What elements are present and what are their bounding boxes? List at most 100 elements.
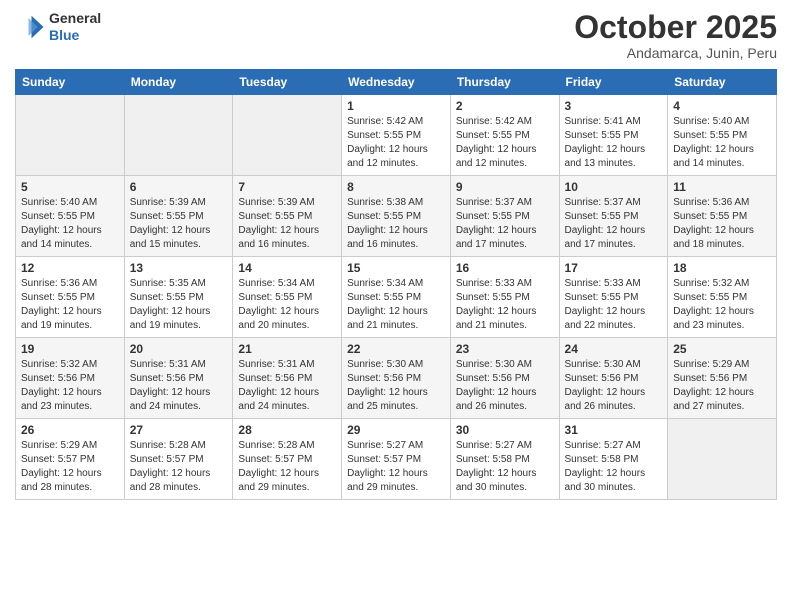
table-row: 12 Sunrise: 5:36 AM Sunset: 5:55 PM Dayli… <box>16 257 125 338</box>
day-number: 21 <box>238 342 336 356</box>
table-row: 5 Sunrise: 5:40 AM Sunset: 5:55 PM Daylig… <box>16 176 125 257</box>
week-row-4: 26Sunrise: 5:29 AM Sunset: 5:57 PM Dayli… <box>16 419 777 500</box>
day-info: Sunrise: 5:40 AM Sunset: 5:55 PM Dayligh… <box>673 115 771 171</box>
page: General Blue October 2025 Andamarca, Jun… <box>0 0 792 612</box>
logo-line1: General <box>49 10 101 26</box>
day-number: 2 <box>456 99 554 113</box>
col-tuesday: Tuesday <box>233 70 342 95</box>
table-row <box>16 95 125 176</box>
day-info: Sunrise: 5:33 AM Sunset: 5:55 PM Dayligh… <box>456 277 554 333</box>
table-row: 28 Sunrise: 5:28 AM Sunset: 5:57 PM Dayli… <box>233 419 342 500</box>
table-row: 20 Sunrise: 5:31 AM Sunset: 5:56 PM Dayli… <box>124 338 233 419</box>
day-info: Sunrise: 5:27 AM Sunset: 5:58 PM Dayligh… <box>565 439 663 495</box>
day-number: 5 <box>21 180 119 194</box>
day-number: 6 <box>130 180 228 194</box>
day-number: 30 <box>456 423 554 437</box>
day-number: 29 <box>347 423 445 437</box>
day-info: Sunrise: 5:37 AM Sunset: 5:55 PM Dayligh… <box>565 196 663 252</box>
week-row-1: 5 Sunrise: 5:40 AM Sunset: 5:55 PM Daylig… <box>16 176 777 257</box>
day-number: 24 <box>565 342 663 356</box>
logo-line2: Blue <box>49 27 79 43</box>
table-row: 31 Sunrise: 5:27 AM Sunset: 5:58 PM Dayli… <box>559 419 668 500</box>
day-number: 31 <box>565 423 663 437</box>
location-subtitle: Andamarca, Junin, Peru <box>574 45 777 61</box>
day-info: Sunrise: 5:36 AM Sunset: 5:55 PM Dayligh… <box>673 196 771 252</box>
table-row: 19Sunrise: 5:32 AM Sunset: 5:56 PM Dayli… <box>16 338 125 419</box>
day-number: 16 <box>456 261 554 275</box>
table-row: 1 Sunrise: 5:42 AM Sunset: 5:55 PM Daylig… <box>342 95 451 176</box>
day-number: 23 <box>456 342 554 356</box>
day-info: Sunrise: 5:31 AM Sunset: 5:56 PM Dayligh… <box>130 358 228 414</box>
table-row: 16 Sunrise: 5:33 AM Sunset: 5:55 PM Dayli… <box>450 257 559 338</box>
day-info: Sunrise: 5:34 AM Sunset: 5:55 PM Dayligh… <box>347 277 445 333</box>
day-number: 18 <box>673 261 771 275</box>
day-info: Sunrise: 5:38 AM Sunset: 5:55 PM Dayligh… <box>347 196 445 252</box>
day-number: 25 <box>673 342 771 356</box>
day-info: Sunrise: 5:31 AM Sunset: 5:56 PM Dayligh… <box>238 358 336 414</box>
calendar-table: Sunday Monday Tuesday Wednesday Thursday… <box>15 69 777 500</box>
col-saturday: Saturday <box>668 70 777 95</box>
day-number: 17 <box>565 261 663 275</box>
day-number: 1 <box>347 99 445 113</box>
day-info: Sunrise: 5:32 AM Sunset: 5:55 PM Dayligh… <box>673 277 771 333</box>
day-info: Sunrise: 5:41 AM Sunset: 5:55 PM Dayligh… <box>565 115 663 171</box>
table-row: 23Sunrise: 5:30 AM Sunset: 5:56 PM Dayli… <box>450 338 559 419</box>
table-row: 18 Sunrise: 5:32 AM Sunset: 5:55 PM Dayli… <box>668 257 777 338</box>
day-info: Sunrise: 5:37 AM Sunset: 5:55 PM Dayligh… <box>456 196 554 252</box>
week-row-2: 12 Sunrise: 5:36 AM Sunset: 5:55 PM Dayli… <box>16 257 777 338</box>
week-row-3: 19Sunrise: 5:32 AM Sunset: 5:56 PM Dayli… <box>16 338 777 419</box>
day-number: 12 <box>21 261 119 275</box>
day-number: 11 <box>673 180 771 194</box>
day-number: 8 <box>347 180 445 194</box>
table-row <box>124 95 233 176</box>
day-info: Sunrise: 5:30 AM Sunset: 5:56 PM Dayligh… <box>565 358 663 414</box>
day-number: 13 <box>130 261 228 275</box>
day-number: 28 <box>238 423 336 437</box>
day-info: Sunrise: 5:32 AM Sunset: 5:56 PM Dayligh… <box>21 358 119 414</box>
col-wednesday: Wednesday <box>342 70 451 95</box>
day-info: Sunrise: 5:27 AM Sunset: 5:58 PM Dayligh… <box>456 439 554 495</box>
table-row: 13 Sunrise: 5:35 AM Sunset: 5:55 PM Dayli… <box>124 257 233 338</box>
calendar-header-row: Sunday Monday Tuesday Wednesday Thursday… <box>16 70 777 95</box>
day-number: 3 <box>565 99 663 113</box>
day-info: Sunrise: 5:42 AM Sunset: 5:55 PM Dayligh… <box>347 115 445 171</box>
day-info: Sunrise: 5:28 AM Sunset: 5:57 PM Dayligh… <box>130 439 228 495</box>
logo: General Blue <box>15 10 101 44</box>
table-row: 26Sunrise: 5:29 AM Sunset: 5:57 PM Dayli… <box>16 419 125 500</box>
day-info: Sunrise: 5:39 AM Sunset: 5:55 PM Dayligh… <box>130 196 228 252</box>
week-row-0: 1 Sunrise: 5:42 AM Sunset: 5:55 PM Daylig… <box>16 95 777 176</box>
table-row: 4 Sunrise: 5:40 AM Sunset: 5:55 PM Daylig… <box>668 95 777 176</box>
table-row: 7 Sunrise: 5:39 AM Sunset: 5:55 PM Daylig… <box>233 176 342 257</box>
day-info: Sunrise: 5:29 AM Sunset: 5:56 PM Dayligh… <box>673 358 771 414</box>
col-monday: Monday <box>124 70 233 95</box>
header: General Blue October 2025 Andamarca, Jun… <box>15 10 777 61</box>
table-row: 11 Sunrise: 5:36 AM Sunset: 5:55 PM Dayli… <box>668 176 777 257</box>
table-row: 6 Sunrise: 5:39 AM Sunset: 5:55 PM Daylig… <box>124 176 233 257</box>
table-row: 22Sunrise: 5:30 AM Sunset: 5:56 PM Dayli… <box>342 338 451 419</box>
day-number: 14 <box>238 261 336 275</box>
day-info: Sunrise: 5:42 AM Sunset: 5:55 PM Dayligh… <box>456 115 554 171</box>
day-number: 26 <box>21 423 119 437</box>
logo-text: General Blue <box>49 10 101 44</box>
table-row: 8 Sunrise: 5:38 AM Sunset: 5:55 PM Daylig… <box>342 176 451 257</box>
day-number: 20 <box>130 342 228 356</box>
table-row: 9Sunrise: 5:37 AM Sunset: 5:55 PM Daylig… <box>450 176 559 257</box>
col-friday: Friday <box>559 70 668 95</box>
table-row: 21 Sunrise: 5:31 AM Sunset: 5:56 PM Dayli… <box>233 338 342 419</box>
col-sunday: Sunday <box>16 70 125 95</box>
day-info: Sunrise: 5:35 AM Sunset: 5:55 PM Dayligh… <box>130 277 228 333</box>
day-number: 27 <box>130 423 228 437</box>
day-number: 22 <box>347 342 445 356</box>
table-row: 15 Sunrise: 5:34 AM Sunset: 5:55 PM Dayli… <box>342 257 451 338</box>
day-info: Sunrise: 5:28 AM Sunset: 5:57 PM Dayligh… <box>238 439 336 495</box>
table-row <box>233 95 342 176</box>
day-number: 4 <box>673 99 771 113</box>
day-info: Sunrise: 5:39 AM Sunset: 5:55 PM Dayligh… <box>238 196 336 252</box>
day-number: 15 <box>347 261 445 275</box>
day-info: Sunrise: 5:40 AM Sunset: 5:55 PM Dayligh… <box>21 196 119 252</box>
table-row <box>668 419 777 500</box>
day-number: 10 <box>565 180 663 194</box>
day-info: Sunrise: 5:36 AM Sunset: 5:55 PM Dayligh… <box>21 277 119 333</box>
day-number: 7 <box>238 180 336 194</box>
day-info: Sunrise: 5:33 AM Sunset: 5:55 PM Dayligh… <box>565 277 663 333</box>
